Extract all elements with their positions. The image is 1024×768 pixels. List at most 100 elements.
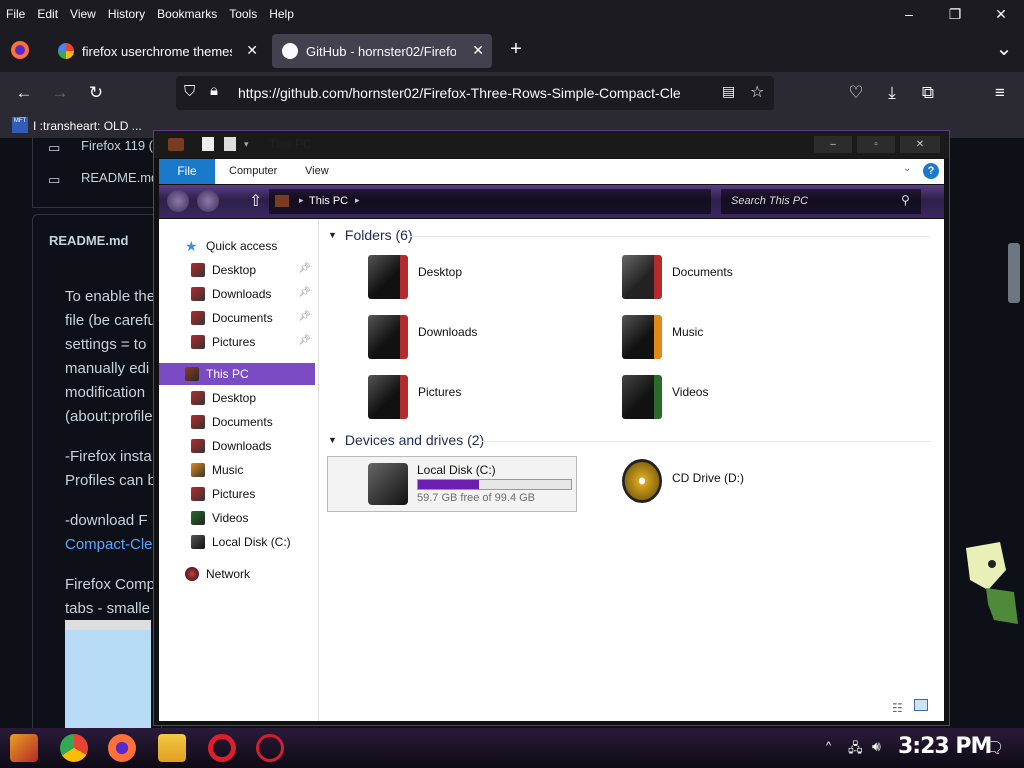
- scrollbar-thumb[interactable]: [1008, 243, 1020, 303]
- folder-desktop[interactable]: Desktop: [368, 255, 588, 311]
- nav-quick-access[interactable]: ★ Quick access: [159, 235, 315, 257]
- pocket-icon[interactable]: ♡: [842, 80, 870, 106]
- menu-view[interactable]: View: [64, 7, 102, 21]
- tab-github[interactable]: GitHub - hornster02/Firefox- ✕: [272, 34, 492, 68]
- file-explorer-icon[interactable]: [158, 734, 186, 762]
- pin-icon[interactable]: 📌︎: [298, 311, 311, 322]
- breadcrumb-this-pc[interactable]: This PC: [309, 195, 348, 207]
- pin-icon[interactable]: 📌︎: [298, 287, 311, 298]
- download-icon[interactable]: ⤓: [878, 80, 906, 106]
- url-bar[interactable]: ⛉ 🔒︎ https://github.com/hornster02/Firef…: [176, 76, 774, 110]
- forward-icon[interactable]: →: [46, 80, 74, 106]
- list-all-tabs-button[interactable]: ⌄: [992, 36, 1016, 60]
- nav-pc-local-disk[interactable]: Local Disk (C:): [159, 531, 315, 553]
- menu-icon[interactable]: ≡: [986, 80, 1014, 106]
- ribbon-tab-file[interactable]: File: [159, 159, 215, 184]
- close-tab-icon[interactable]: ✕: [246, 42, 258, 59]
- pin-icon[interactable]: 📌︎: [298, 263, 311, 274]
- expand-ribbon-icon[interactable]: ⌄: [903, 163, 911, 174]
- reload-icon[interactable]: ↻: [82, 80, 110, 106]
- volume-icon[interactable]: 🔊︎: [872, 738, 881, 755]
- nav-qa-desktop[interactable]: Desktop 📌︎: [159, 259, 315, 281]
- file-row[interactable]: README.md: [81, 170, 158, 185]
- drive-local-disk-c[interactable]: Local Disk (C:) 59.7 GB free of 99.4 GB: [327, 456, 577, 512]
- nav-pc-downloads[interactable]: Downloads: [159, 435, 315, 457]
- notifications-icon[interactable]: 🗨︎: [984, 738, 1004, 758]
- up-folder-icon[interactable]: ⇧: [249, 191, 262, 211]
- search-placeholder[interactable]: Search This PC: [731, 195, 808, 207]
- firefox-icon[interactable]: [108, 734, 136, 762]
- nav-pc-pictures[interactable]: Pictures: [159, 483, 315, 505]
- folder-downloads[interactable]: Downloads: [368, 315, 588, 371]
- clock[interactable]: 3:23 PM: [898, 734, 992, 759]
- menu-tools[interactable]: Tools: [223, 7, 263, 21]
- nav-qa-pictures[interactable]: Pictures 📌︎: [159, 331, 315, 353]
- back-icon[interactable]: ←: [10, 80, 38, 106]
- nav-network[interactable]: Network: [159, 563, 315, 585]
- back-icon[interactable]: [167, 190, 189, 212]
- search-box[interactable]: Search This PC ⚲: [721, 189, 921, 214]
- bookmark-item[interactable]: I :transheart: OLD ...: [33, 119, 142, 133]
- forward-icon[interactable]: [197, 190, 219, 212]
- menu-file[interactable]: File: [0, 7, 31, 21]
- menu-edit[interactable]: Edit: [31, 7, 64, 21]
- properties-icon[interactable]: [202, 137, 214, 151]
- nav-qa-documents[interactable]: Documents 📌︎: [159, 307, 315, 329]
- folders-group-header[interactable]: ▼ Folders (6): [328, 227, 413, 243]
- pin-icon[interactable]: 📌︎: [298, 335, 311, 346]
- quick-access-toolbar-dropdown-icon[interactable]: ▾: [244, 139, 249, 150]
- nav-pc-desktop[interactable]: Desktop: [159, 387, 315, 409]
- shield-icon[interactable]: ⛉: [184, 83, 195, 100]
- details-view-icon[interactable]: ☷: [892, 701, 903, 715]
- devices-group-header[interactable]: ▼ Devices and drives (2): [328, 432, 484, 448]
- opera-icon[interactable]: [208, 734, 236, 762]
- folder-documents[interactable]: Documents: [622, 255, 842, 311]
- menu-help[interactable]: Help: [263, 7, 300, 21]
- reader-view-icon[interactable]: ▤: [722, 83, 735, 100]
- ribbon-tab-computer[interactable]: Computer: [229, 165, 277, 177]
- minimize-button[interactable]: –: [886, 0, 932, 28]
- url-text[interactable]: https://github.com/hornster02/Firefox-Th…: [238, 85, 708, 101]
- bookmark-star-icon[interactable]: ☆: [750, 82, 764, 102]
- collapse-icon[interactable]: ▼: [328, 230, 337, 240]
- drive-cd-d[interactable]: CD Drive (D:): [622, 459, 842, 515]
- nav-this-pc[interactable]: This PC: [159, 363, 315, 385]
- large-icons-view-icon[interactable]: [914, 699, 928, 711]
- new-folder-icon[interactable]: [224, 137, 236, 151]
- nav-qa-downloads[interactable]: Downloads 📌︎: [159, 283, 315, 305]
- explorer-close-button[interactable]: ✕: [900, 136, 940, 153]
- explorer-maximize-button[interactable]: ▫: [857, 136, 895, 153]
- nav-pc-music[interactable]: Music: [159, 459, 315, 481]
- opera-gx-icon[interactable]: [256, 734, 284, 762]
- show-hidden-icons-icon[interactable]: ^: [826, 740, 831, 752]
- tab-google-search[interactable]: firefox userchrome themes - ✕: [48, 34, 266, 68]
- taskbar: ^ 🖧︎ 🔊︎ 3:23 PM 🗨︎: [0, 728, 1024, 768]
- start-icon[interactable]: [10, 734, 38, 762]
- menu-history[interactable]: History: [102, 7, 151, 21]
- folder-videos[interactable]: Videos: [622, 375, 842, 431]
- explorer-minimize-button[interactable]: –: [814, 136, 852, 153]
- folder-music[interactable]: Music: [622, 315, 842, 371]
- nav-pc-documents[interactable]: Documents: [159, 411, 315, 433]
- maximize-button[interactable]: ❐: [932, 0, 978, 28]
- folder-label: Downloads: [418, 325, 478, 339]
- close-tab-icon[interactable]: ✕: [472, 42, 484, 59]
- chrome-icon[interactable]: [60, 734, 88, 762]
- new-tab-button[interactable]: +: [504, 38, 528, 62]
- network-tray-icon[interactable]: 🖧︎: [848, 739, 863, 761]
- collapse-icon[interactable]: ▼: [328, 435, 337, 445]
- chevron-right-icon[interactable]: ▸: [355, 195, 360, 206]
- nav-pc-videos[interactable]: Videos: [159, 507, 315, 529]
- search-icon[interactable]: ⚲: [901, 193, 910, 207]
- file-row[interactable]: Firefox 119 (: [81, 138, 153, 153]
- folder-pictures[interactable]: Pictures: [368, 375, 588, 431]
- address-bar[interactable]: ▸ This PC ▸: [269, 189, 711, 214]
- help-icon[interactable]: ?: [923, 163, 939, 179]
- readme-link[interactable]: Compact-Cle: [65, 536, 153, 553]
- ribbon-tab-view[interactable]: View: [305, 165, 329, 177]
- close-window-button[interactable]: ✕: [978, 0, 1024, 28]
- firefox-view-button[interactable]: [8, 38, 32, 62]
- menu-bookmarks[interactable]: Bookmarks: [151, 7, 223, 21]
- lock-icon[interactable]: 🔒︎: [210, 82, 218, 99]
- extensions-icon[interactable]: ⧉: [914, 80, 942, 106]
